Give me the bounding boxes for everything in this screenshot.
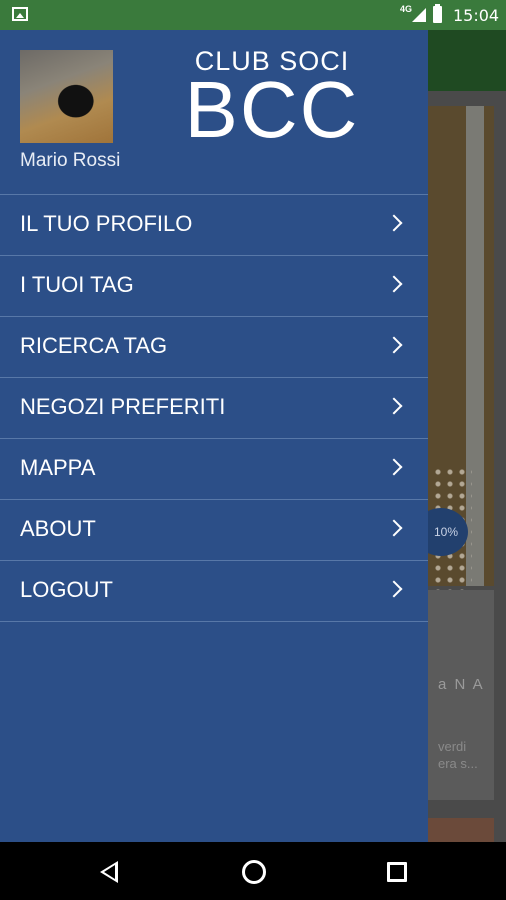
menu-item-label: MAPPA — [20, 455, 96, 480]
chevron-right-icon — [385, 397, 403, 415]
background-card-title: a N A — [438, 676, 485, 693]
chevron-right-icon — [385, 275, 403, 293]
background-toolbar — [428, 30, 506, 91]
drawer-menu: IL TUO PROFILO I TUOI TAG RICERCA TAG NE… — [0, 194, 428, 622]
drawer-header: Mario Rossi CLUB SOCI BCC — [0, 30, 428, 194]
network-type: 4G — [400, 4, 413, 14]
background-card-lower[interactable]: a N A verdi era s... — [428, 590, 494, 800]
menu-item-logout[interactable]: LOGOUT — [0, 560, 428, 622]
menu-item-label: LOGOUT — [20, 577, 113, 602]
menu-item-mappa[interactable]: MAPPA — [0, 438, 428, 499]
gallery-icon — [12, 7, 28, 21]
signal-icon — [412, 8, 426, 22]
menu-item-negozi-preferiti[interactable]: NEGOZI PREFERITI — [0, 377, 428, 438]
menu-item-label: NEGOZI PREFERITI — [20, 394, 226, 419]
menu-item-label: IL TUO PROFILO — [20, 211, 193, 236]
avatar[interactable] — [20, 50, 113, 143]
recent-apps-icon[interactable] — [387, 862, 407, 882]
battery-icon — [433, 4, 442, 23]
chevron-right-icon — [385, 214, 403, 232]
menu-item-label: ABOUT — [20, 516, 96, 541]
menu-item-ricerca-tag[interactable]: RICERCA TAG — [0, 316, 428, 377]
home-icon[interactable] — [242, 860, 266, 884]
chevron-right-icon — [385, 519, 403, 537]
menu-item-about[interactable]: ABOUT — [0, 499, 428, 560]
background-card-text: verdi era s... — [438, 739, 478, 771]
user-name: Mario Rossi — [20, 150, 121, 171]
chevron-right-icon — [385, 336, 403, 354]
logo-bcc: BCC — [184, 65, 360, 154]
chevron-right-icon — [385, 580, 403, 598]
system-navigation-bar — [0, 842, 506, 900]
menu-item-profilo[interactable]: IL TUO PROFILO — [0, 194, 428, 255]
back-icon[interactable] — [100, 861, 118, 883]
chevron-right-icon — [385, 458, 403, 476]
status-bar: 4G 15:04 — [0, 0, 506, 30]
background-thumbnail — [428, 818, 494, 842]
menu-item-tuoi-tag[interactable]: I TUOI TAG — [0, 255, 428, 316]
menu-item-label: RICERCA TAG — [20, 333, 168, 358]
menu-item-label: I TUOI TAG — [20, 272, 134, 297]
status-time: 15:04 — [453, 6, 500, 25]
navigation-drawer: Mario Rossi CLUB SOCI BCC IL TUO PROFILO… — [0, 30, 428, 842]
